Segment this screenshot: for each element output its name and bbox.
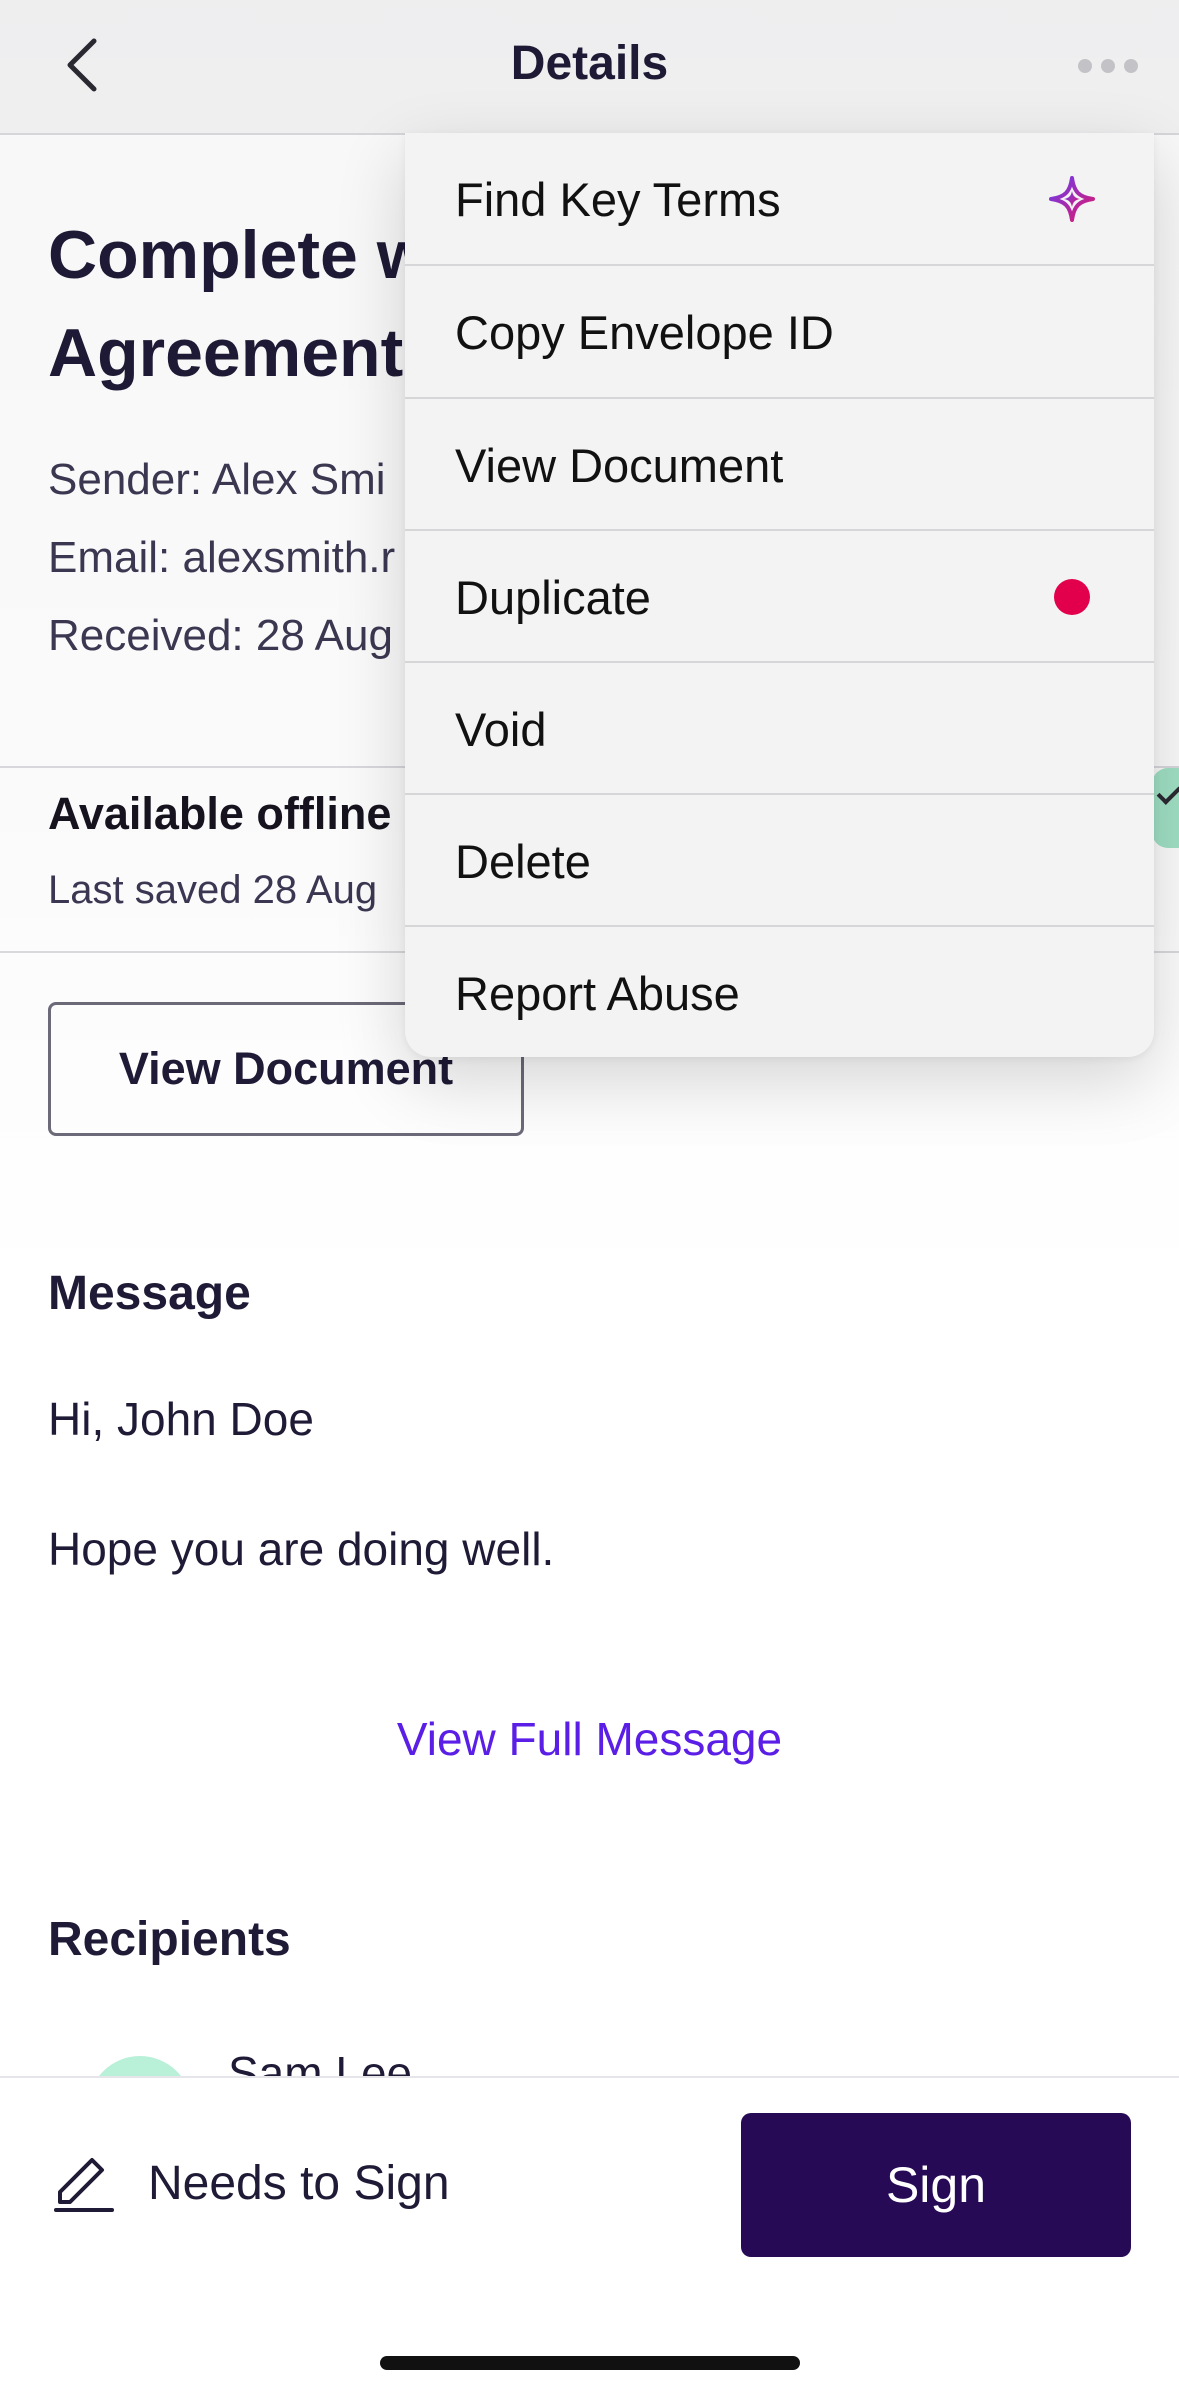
view-full-message-link[interactable]: View Full Message bbox=[0, 1712, 1179, 1766]
menu-item-label: Find Key Terms bbox=[455, 172, 781, 226]
more-horizontal-icon-dot bbox=[1101, 59, 1115, 73]
pen-icon bbox=[54, 2158, 114, 2212]
message-body: Hope you are doing well. bbox=[48, 1523, 555, 1575]
more-options-button[interactable] bbox=[1058, 44, 1158, 88]
menu-item-label: Copy Envelope ID bbox=[455, 305, 834, 359]
offline-label: Available offline bbox=[48, 788, 392, 839]
menu-item-report-abuse[interactable]: Report Abuse bbox=[405, 927, 1154, 1057]
menu-item-copy-envelope-id[interactable]: Copy Envelope ID bbox=[405, 266, 1154, 398]
menu-item-delete[interactable]: Delete bbox=[405, 795, 1154, 927]
menu-item-find-key-terms[interactable]: Find Key Terms bbox=[405, 133, 1154, 265]
menu-item-label: Report Abuse bbox=[455, 966, 740, 1020]
more-options-menu: Find Key Terms Copy Envelope ID View Doc… bbox=[405, 133, 1154, 1057]
menu-item-void[interactable]: Void bbox=[405, 663, 1154, 795]
menu-item-label: View Document bbox=[455, 438, 784, 492]
last-saved-text: Last saved 28 Aug bbox=[48, 868, 378, 912]
offline-toggle[interactable] bbox=[1152, 768, 1179, 848]
message-greeting: Hi, John Doe bbox=[48, 1393, 314, 1445]
recipients-heading: Recipients bbox=[48, 1913, 291, 1966]
menu-item-label: Duplicate bbox=[455, 570, 651, 624]
menu-item-duplicate[interactable]: Duplicate bbox=[405, 531, 1154, 663]
more-horizontal-icon-dot bbox=[1124, 59, 1138, 73]
received-text: Received: 28 Aug bbox=[48, 611, 393, 660]
message-heading: Message bbox=[48, 1267, 251, 1320]
sparkle-icon bbox=[1049, 176, 1095, 222]
menu-item-label: Delete bbox=[455, 834, 591, 888]
check-icon bbox=[1156, 780, 1179, 805]
page-title: Details bbox=[510, 37, 669, 90]
email-text: Email: alexsmith.r bbox=[48, 533, 396, 582]
more-horizontal-icon-dot bbox=[1078, 59, 1092, 73]
needs-to-sign-status: Needs to Sign bbox=[148, 2157, 450, 2210]
sender-text: Sender: Alex Smi bbox=[48, 455, 386, 504]
home-indicator bbox=[380, 2356, 800, 2370]
notification-dot bbox=[1054, 579, 1090, 615]
menu-item-label: Void bbox=[455, 702, 547, 756]
sign-button[interactable]: Sign bbox=[741, 2113, 1131, 2257]
menu-item-view-document[interactable]: View Document bbox=[405, 399, 1154, 531]
